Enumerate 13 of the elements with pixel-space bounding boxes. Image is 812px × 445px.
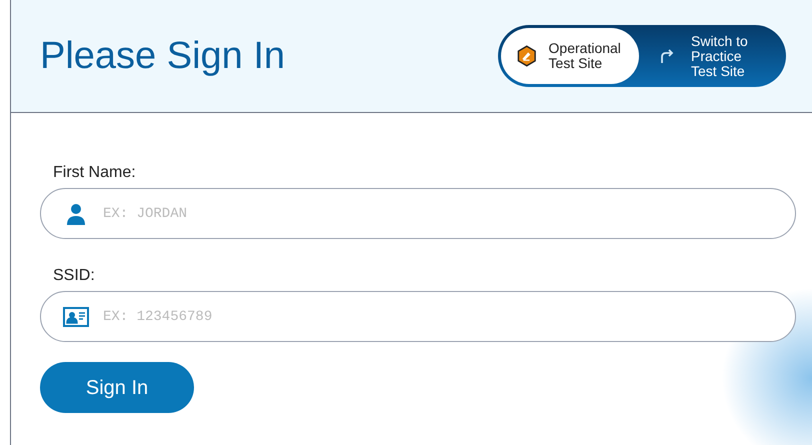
id-card-icon	[63, 306, 89, 326]
site-option-label: Switch to Practice Test Site	[691, 34, 749, 78]
sign-in-button[interactable]: Sign In	[40, 362, 194, 413]
redirect-arrow-icon	[659, 48, 675, 64]
site-option[interactable]: Operational Test Site	[501, 28, 639, 84]
person-icon	[66, 202, 86, 224]
field-label: SSID:	[52, 266, 96, 286]
page-title: Please Sign In	[40, 34, 286, 78]
site-option-label: Operational Test Site	[548, 41, 622, 71]
site-option[interactable]: Switch to Practice Test Site	[639, 28, 783, 84]
input-field[interactable]: EX: 123456789	[40, 291, 796, 342]
field-label: First Name:	[52, 163, 137, 183]
input-field[interactable]: EX: JORDAN	[40, 188, 796, 239]
